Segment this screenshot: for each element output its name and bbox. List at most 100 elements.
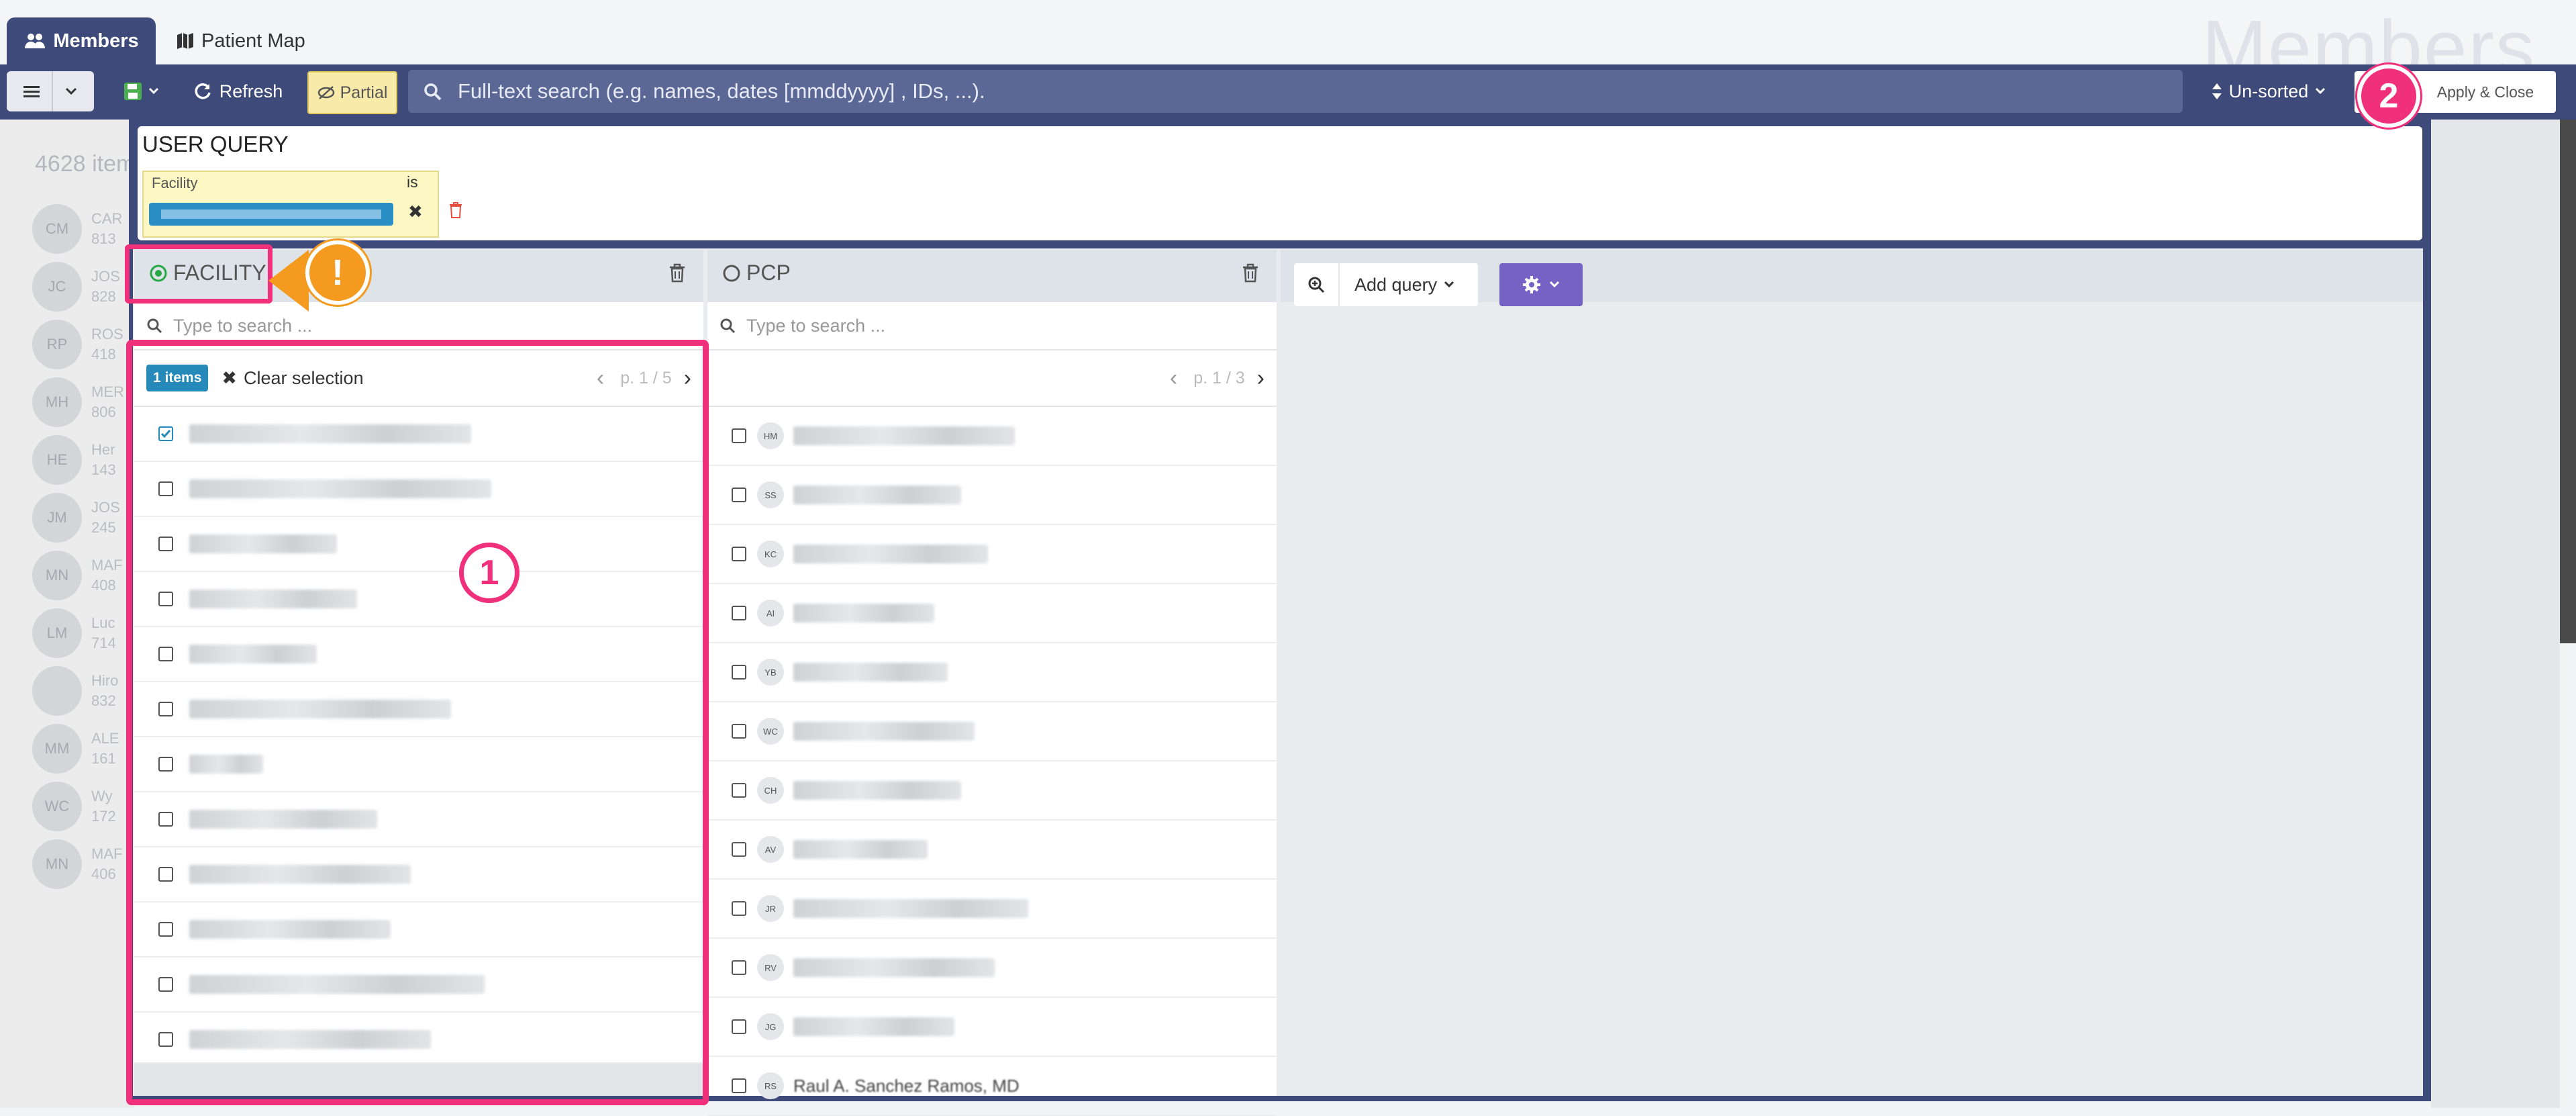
trash-icon[interactable] xyxy=(668,263,686,287)
pcp-list-item[interactable]: KC xyxy=(707,525,1277,584)
pcp-list-item[interactable]: JG xyxy=(707,998,1277,1057)
member-row[interactable]: LM Luc 714 xyxy=(32,608,133,658)
avatar: JM xyxy=(32,493,82,543)
add-query-button[interactable]: Add query xyxy=(1294,263,1478,306)
pcp-list-item[interactable]: YB xyxy=(707,643,1277,702)
member-row[interactable]: CM CAR 813 xyxy=(32,204,133,254)
checkbox[interactable] xyxy=(732,547,746,561)
tab-members-label: Members xyxy=(53,30,139,52)
delete-query-icon[interactable] xyxy=(448,201,463,222)
member-row[interactable]: WC Wy 172 xyxy=(32,782,133,831)
member-row[interactable]: JC JOS 828 xyxy=(32,262,133,312)
pcp-list-item[interactable]: JR xyxy=(707,880,1277,939)
checkbox[interactable] xyxy=(732,842,746,857)
member-row[interactable]: MH MER 806 xyxy=(32,377,133,427)
member-id: 245 xyxy=(91,519,116,536)
checkbox[interactable] xyxy=(732,960,746,975)
pcp-pagination: ‹ p. 1 / 3 › xyxy=(1170,365,1265,391)
member-text: Luc 714 xyxy=(91,613,116,653)
pcp-list-item[interactable]: AV xyxy=(707,821,1277,880)
checkbox[interactable] xyxy=(732,487,746,502)
member-name: CAR xyxy=(91,210,123,227)
pcp-title: PCP xyxy=(746,261,791,285)
pcp-list-item[interactable]: SS xyxy=(707,466,1277,525)
prev-page-icon[interactable]: ‹ xyxy=(1170,365,1177,391)
member-row[interactable]: Hiro 832 xyxy=(32,666,133,716)
avatar: JG xyxy=(757,1013,784,1040)
avatar: RS xyxy=(757,1072,784,1099)
checkbox[interactable] xyxy=(732,428,746,443)
member-name: MAF xyxy=(91,557,123,573)
pcp-list-item[interactable]: AI xyxy=(707,584,1277,643)
chevron-down-icon xyxy=(148,87,159,95)
member-id: 161 xyxy=(91,750,116,767)
member-row[interactable]: RP ROS 418 xyxy=(32,320,133,369)
pcp-search-input[interactable]: Type to search ... xyxy=(707,302,1277,351)
avatar: YB xyxy=(757,659,784,686)
partial-toggle[interactable]: Partial xyxy=(307,71,397,114)
member-text: JOS 828 xyxy=(91,267,120,307)
member-id: 143 xyxy=(91,461,116,478)
remove-value-icon[interactable]: ✖ xyxy=(408,201,423,222)
tab-patient-map[interactable]: Patient Map xyxy=(176,17,305,64)
redacted-pcp-name xyxy=(793,604,934,622)
member-id: 806 xyxy=(91,404,116,420)
gear-icon xyxy=(1523,276,1540,293)
member-id: 714 xyxy=(91,635,116,651)
member-row[interactable]: JM JOS 245 xyxy=(32,493,133,543)
pcp-list-item[interactable]: RV xyxy=(707,939,1277,998)
facility-chip-value[interactable] xyxy=(149,203,393,226)
checkbox[interactable] xyxy=(732,901,746,916)
pcp-list-item[interactable]: CH xyxy=(707,761,1277,821)
member-row[interactable]: HE Her 143 xyxy=(32,435,133,485)
avatar: RV xyxy=(757,954,784,981)
pcp-page-indicator: p. 1 / 3 xyxy=(1193,368,1245,387)
search-icon xyxy=(424,83,442,101)
full-text-search-input[interactable]: Full-text search (e.g. names, dates [mmd… xyxy=(408,70,2183,113)
sort-dropdown[interactable]: Un-sorted xyxy=(2208,71,2329,111)
checkbox[interactable] xyxy=(732,783,746,798)
facility-chip-operator: is xyxy=(407,173,418,191)
redacted-pcp-name xyxy=(793,781,961,800)
member-id: 406 xyxy=(91,866,116,882)
checkbox[interactable] xyxy=(732,606,746,620)
member-name: JOS xyxy=(91,499,120,516)
pcp-header[interactable]: PCP xyxy=(722,261,791,285)
checkbox[interactable] xyxy=(732,724,746,739)
member-text: MER 806 xyxy=(91,382,124,422)
member-name: Her xyxy=(91,441,115,458)
avatar: AV xyxy=(757,836,784,863)
redacted-pcp-name xyxy=(793,1017,954,1036)
tab-members[interactable]: Members xyxy=(7,17,156,64)
user-query-title: USER QUERY xyxy=(142,132,289,156)
pcp-list-item[interactable]: HM xyxy=(707,407,1277,466)
member-row[interactable]: MN MAF 408 xyxy=(32,551,133,600)
trash-icon[interactable] xyxy=(1242,263,1259,287)
checkbox[interactable] xyxy=(732,665,746,680)
pcp-list-item[interactable]: WC xyxy=(707,702,1277,761)
eye-slash-icon xyxy=(317,86,334,99)
member-id: 172 xyxy=(91,808,116,825)
pcp-list-item[interactable]: RS Raul A. Sanchez Ramos, MD xyxy=(707,1057,1277,1116)
avatar: HE xyxy=(32,435,82,485)
redacted-pcp-name xyxy=(793,840,928,859)
member-row[interactable]: MM ALE 161 xyxy=(32,724,133,774)
member-text: ROS 418 xyxy=(91,324,123,365)
zoom-in-icon xyxy=(1294,263,1340,306)
page-scrollbar[interactable] xyxy=(2560,120,2576,643)
refresh-button[interactable]: Refresh xyxy=(191,71,285,111)
avatar: KC xyxy=(757,541,784,567)
member-row[interactable]: MN MAF 406 xyxy=(32,839,133,889)
search-icon xyxy=(720,318,736,334)
save-button[interactable] xyxy=(114,71,168,111)
redacted-pcp-name xyxy=(793,899,1028,918)
settings-button[interactable] xyxy=(1499,263,1583,306)
tab-patient-map-label: Patient Map xyxy=(201,30,305,52)
menu-button[interactable] xyxy=(7,71,94,111)
checkbox[interactable] xyxy=(732,1019,746,1034)
next-page-icon[interactable]: › xyxy=(1257,365,1265,391)
member-text: MAF 408 xyxy=(91,555,122,596)
users-icon xyxy=(25,34,46,48)
member-name: Hiro xyxy=(91,672,119,689)
checkbox[interactable] xyxy=(732,1078,746,1093)
